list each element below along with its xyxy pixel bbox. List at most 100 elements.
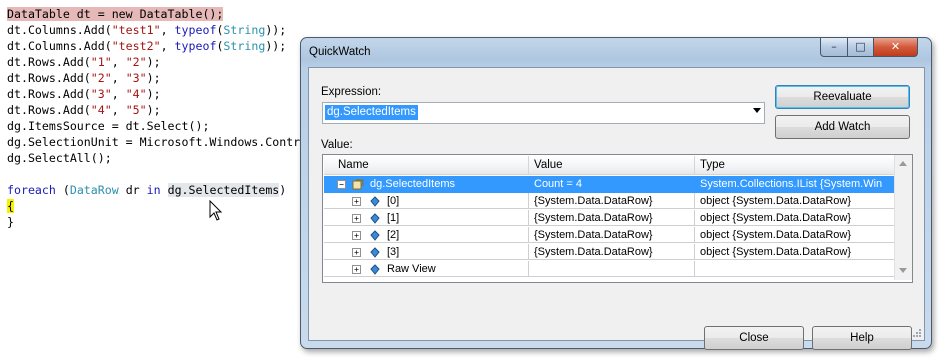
- value-cell: {System.Data.DataRow}: [529, 210, 695, 226]
- column-header-name[interactable]: Name: [324, 156, 529, 175]
- code-line-13: {: [7, 198, 14, 214]
- expand-icon[interactable]: +: [352, 214, 361, 223]
- code-string: "3": [125, 71, 147, 85]
- code-text: ,: [111, 87, 126, 101]
- code-string: "test1": [111, 23, 161, 37]
- type-cell: [695, 261, 895, 277]
- reevaluate-button[interactable]: Reevaluate: [775, 85, 910, 109]
- code-line-10: dg.SelectAll();: [7, 150, 112, 166]
- code-string: "2": [125, 55, 147, 69]
- mouse-cursor-icon: [209, 200, 223, 221]
- expression-label: Expression:: [321, 86, 382, 98]
- column-header-value[interactable]: Value: [529, 156, 695, 175]
- code-text: dg.ItemsSource = dt.Select();: [7, 119, 210, 133]
- table-row[interactable]: + [2] {System.Data.DataRow} object {Syst…: [324, 227, 895, 244]
- code-keyword: typeof: [174, 23, 217, 37]
- current-statement-brace: {: [7, 199, 14, 213]
- table-row[interactable]: + [3] {System.Data.DataRow} object {Syst…: [324, 244, 895, 261]
- expression-input-text[interactable]: dg.SelectedItems: [325, 105, 418, 120]
- close-icon: ✕: [890, 40, 901, 53]
- code-text: ,: [160, 39, 175, 53]
- code-text: ));: [265, 39, 287, 53]
- code-text: );: [146, 103, 161, 117]
- code-line-5: dt.Rows.Add("2", "3");: [7, 70, 161, 86]
- expression-combobox[interactable]: dg.SelectedItems: [322, 102, 765, 124]
- code-line-7: dt.Rows.Add("4", "5");: [7, 102, 161, 118]
- code-text: ,: [160, 23, 175, 37]
- code-text: ,: [111, 103, 126, 117]
- code-string: "3": [90, 87, 112, 101]
- code-keyword: foreach: [7, 183, 56, 197]
- raw-view-icon: [370, 264, 380, 275]
- code-line-14: }: [7, 214, 14, 230]
- scroll-down-arrow-icon[interactable]: [899, 268, 907, 273]
- maximize-icon: □: [855, 40, 866, 53]
- value-cell: {System.Data.DataRow}: [529, 244, 695, 260]
- vertical-scrollbar[interactable]: [894, 155, 912, 280]
- row-name: [0]: [387, 195, 400, 207]
- type-cell: object {System.Data.DataRow}: [695, 227, 895, 243]
- code-text: (: [55, 183, 70, 197]
- row-name: [1]: [387, 212, 400, 224]
- close-window-button[interactable]: ✕: [873, 37, 918, 57]
- row-name: dg.SelectedItems: [370, 178, 455, 190]
- code-text: );: [146, 55, 161, 69]
- quickwatch-dialog: QuickWatch – □ ✕ Expression: dg.Selected…: [300, 37, 932, 350]
- code-keyword: typeof: [174, 39, 217, 53]
- value-cell: {System.Data.DataRow}: [529, 227, 695, 243]
- field-icon: [370, 230, 380, 241]
- code-text: ): [279, 183, 287, 197]
- resize-grip-icon[interactable]: [912, 328, 922, 338]
- code-line-4: dt.Rows.Add("1", "2");: [7, 54, 161, 70]
- maximize-button[interactable]: □: [847, 37, 874, 57]
- code-string: "4": [125, 87, 147, 101]
- code-string: "1": [90, 55, 112, 69]
- table-row[interactable]: + Raw View: [324, 261, 895, 278]
- code-string: "5": [125, 103, 147, 117]
- add-watch-button[interactable]: Add Watch: [775, 115, 910, 139]
- table-row[interactable]: + [1] {System.Data.DataRow} object {Syst…: [324, 210, 895, 227]
- code-text: ));: [265, 23, 287, 37]
- expand-icon[interactable]: +: [352, 265, 361, 274]
- hovered-expression[interactable]: dg.SelectedItems: [167, 183, 280, 197]
- value-cell: {System.Data.DataRow}: [529, 193, 695, 209]
- field-icon: [370, 213, 380, 224]
- code-string: "2": [90, 71, 112, 85]
- code-line-8: dg.ItemsSource = dt.Select();: [7, 118, 209, 134]
- code-text: );: [146, 71, 161, 85]
- name-cell: − dg.SelectedItems: [324, 176, 529, 192]
- expand-icon[interactable]: +: [352, 231, 361, 240]
- code-text: }: [7, 215, 14, 229]
- code-line-9: dg.SelectionUnit = Microsoft.Windows.Con…: [7, 134, 300, 150]
- table-row[interactable]: + [0] {System.Data.DataRow} object {Syst…: [324, 193, 895, 210]
- scroll-up-arrow-icon[interactable]: [899, 161, 907, 166]
- dropdown-arrow-icon[interactable]: [753, 108, 761, 113]
- expand-icon[interactable]: +: [352, 248, 361, 257]
- name-cell: + [1]: [324, 210, 529, 226]
- code-text: ,: [111, 55, 126, 69]
- expand-icon[interactable]: +: [352, 197, 361, 206]
- code-text: dt.Columns.Add(: [7, 39, 112, 53]
- value-cell: Count = 4: [529, 176, 695, 192]
- code-text: dt.Rows.Add(: [7, 71, 91, 85]
- code-type: DataRow: [69, 183, 119, 197]
- close-button[interactable]: Close: [704, 326, 804, 350]
- watch-grid[interactable]: Name Value Type − dg.SelectedItems Count…: [322, 154, 913, 283]
- minimize-icon: –: [831, 40, 837, 53]
- code-string: "4": [90, 103, 112, 117]
- minimize-button[interactable]: –: [820, 37, 848, 57]
- type-cell: object {System.Data.DataRow}: [695, 193, 895, 209]
- code-text: dt.Rows.Add(: [7, 87, 91, 101]
- code-text: dt.Rows.Add(: [7, 55, 91, 69]
- table-row[interactable]: − dg.SelectedItems Count = 4 System.Coll…: [324, 176, 895, 193]
- code-line-6: dt.Rows.Add("3", "4");: [7, 86, 161, 102]
- code-type: String: [223, 39, 266, 53]
- code-text: );: [146, 87, 161, 101]
- row-name: [3]: [387, 246, 400, 258]
- collapse-icon[interactable]: −: [337, 180, 346, 189]
- type-cell: object {System.Data.DataRow}: [695, 244, 895, 260]
- code-line-12: foreach (DataRow dr in dg.SelectedItems): [7, 182, 286, 198]
- help-button[interactable]: Help: [812, 326, 912, 350]
- column-header-type[interactable]: Type: [695, 156, 895, 175]
